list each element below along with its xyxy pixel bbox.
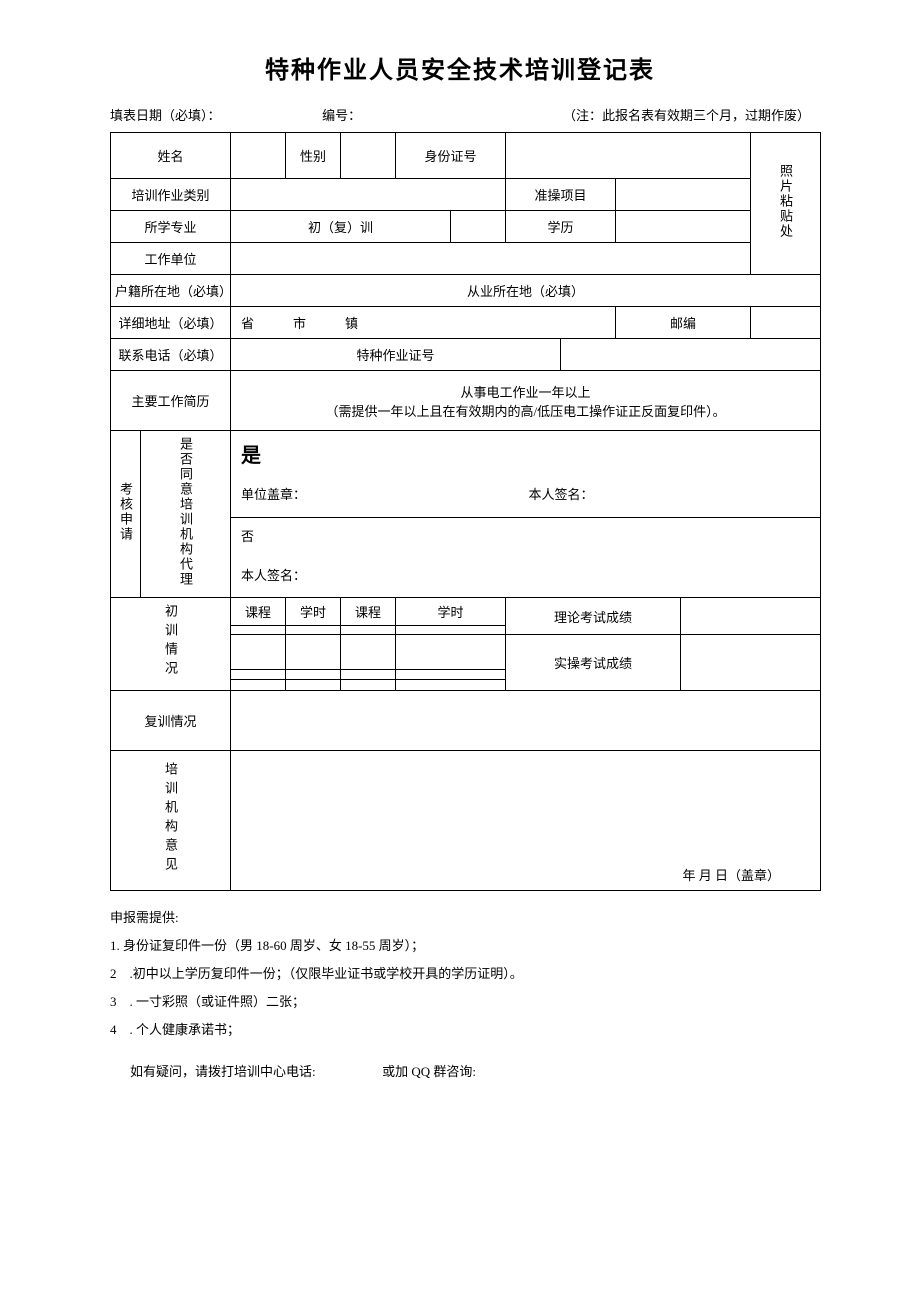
label-phone: 联系电话（必填） — [111, 339, 231, 371]
page-title: 特种作业人员安全技术培训登记表 — [110, 50, 810, 85]
label-train-type: 初（复）训 — [231, 211, 451, 243]
table-row[interactable] — [341, 669, 396, 680]
train-category-input[interactable] — [231, 179, 506, 211]
photo-area[interactable]: 照片粘贴处 — [751, 133, 821, 275]
table-row[interactable] — [341, 626, 396, 635]
table-row[interactable] — [396, 669, 506, 680]
table-row[interactable] — [286, 669, 341, 680]
label-hours-1: 学时 — [286, 598, 341, 626]
label-work-unit: 工作单位 — [111, 243, 231, 275]
label-major: 所学专业 — [111, 211, 231, 243]
table-row[interactable] — [341, 680, 396, 691]
work-place-cell[interactable]: 从业所在地（必填） — [231, 275, 821, 307]
address-fields: 省 市 镇 — [241, 316, 358, 331]
footer-notes: 申报需提供: 1. 身份证复印件一份（男 18-60 周岁、女 18-55 周岁… — [110, 905, 810, 1043]
photo-label: 照片粘贴处 — [776, 164, 795, 239]
fill-date-label: 填表日期（必填）： — [110, 105, 322, 124]
idno-input[interactable] — [506, 133, 751, 179]
date-seal-label: 年 月 日（盖章） — [683, 868, 781, 883]
label-registered-place: 户籍所在地（必填） — [111, 275, 231, 307]
train-type-input[interactable] — [451, 211, 506, 243]
main-form-table: 姓名 性别 身份证号 照片粘贴处 培训作业类别 准操项目 所学专业 初（复）训 … — [110, 132, 821, 891]
label-address: 详细地址（必填） — [111, 307, 231, 339]
education-input[interactable] — [616, 211, 751, 243]
label-approved-item: 准操项目 — [506, 179, 616, 211]
approved-item-input[interactable] — [616, 179, 751, 211]
label-theory-score: 理论考试成绩 — [506, 598, 681, 635]
footer-item-3: 3 . 一寸彩照（或证件照）二张； — [110, 989, 810, 1015]
retraining-input[interactable] — [231, 691, 821, 751]
org-opinion-input[interactable]: 年 月 日（盖章） — [231, 751, 821, 891]
work-history-content: 从事电工作业一年以上 （需提供一年以上且在有效期内的高/低压电工操作证正反面复印… — [231, 371, 821, 431]
label-initial-training: 初训情况 — [111, 598, 231, 691]
theory-score-input[interactable] — [681, 598, 821, 635]
label-work-history: 主要工作简历 — [111, 371, 231, 431]
table-row[interactable] — [396, 635, 506, 670]
table-row[interactable] — [396, 626, 506, 635]
work-unit-input[interactable] — [231, 243, 751, 275]
address-input[interactable]: 省 市 镇 — [231, 307, 616, 339]
postcode-input[interactable] — [751, 307, 821, 339]
practical-score-input[interactable] — [681, 635, 821, 691]
self-sign-label-1: 本人签名： — [529, 484, 817, 503]
gender-input[interactable] — [341, 133, 396, 179]
unit-seal-label: 单位盖章： — [241, 484, 529, 503]
agent-no: 否 — [241, 526, 816, 545]
label-course-2: 课程 — [341, 598, 396, 626]
label-train-category: 培训作业类别 — [111, 179, 231, 211]
table-row[interactable] — [286, 680, 341, 691]
table-row[interactable] — [286, 635, 341, 670]
footer-item-1: 1. 身份证复印件一份（男 18-60 周岁、女 18-55 周岁）； — [110, 933, 810, 959]
label-exam-apply: 考核申请 — [111, 431, 141, 598]
table-row[interactable] — [231, 626, 286, 635]
table-row[interactable] — [231, 669, 286, 680]
serial-label: 编号： — [322, 105, 470, 124]
label-org-opinion: 培训机构意见 — [111, 751, 231, 891]
table-row[interactable] — [396, 680, 506, 691]
label-work-place: 从业所在地（必填） — [467, 284, 584, 299]
agent-no-cell[interactable]: 否 本人签名： — [231, 517, 821, 597]
label-course-1: 课程 — [231, 598, 286, 626]
work-history-line2: （需提供一年以上且在有效期内的高/低压电工操作证正反面复印件）。 — [235, 401, 816, 420]
cert-no-input[interactable] — [561, 339, 821, 371]
label-agent: 是否同意培训机构代理 — [141, 431, 231, 598]
footer-item-2: 2 .初中以上学历复印件一份；（仅限毕业证书或学校开具的学历证明）。 — [110, 961, 810, 987]
label-cert-no: 特种作业证号 — [231, 339, 561, 371]
label-practical-score: 实操考试成绩 — [506, 635, 681, 691]
table-row[interactable] — [231, 635, 286, 670]
label-education: 学历 — [506, 211, 616, 243]
label-name: 姓名 — [111, 133, 231, 179]
label-gender: 性别 — [286, 133, 341, 179]
footer-contact: 如有疑问，请拨打培训中心电话: 或加 QQ 群咨询: — [110, 1061, 810, 1080]
header-note: （注：此报名表有效期三个月，过期作废） — [471, 105, 810, 124]
label-idno: 身份证号 — [396, 133, 506, 179]
agent-yes-cell[interactable]: 是 单位盖章： 本人签名： — [231, 431, 821, 518]
table-row[interactable] — [341, 635, 396, 670]
footer-contact-qq: 或加 QQ 群咨询: — [382, 1064, 476, 1079]
work-history-line1: 从事电工作业一年以上 — [235, 382, 816, 401]
self-sign-label-2: 本人签名： — [241, 565, 816, 584]
table-row[interactable] — [286, 626, 341, 635]
header-row: 填表日期（必填）： 编号： （注：此报名表有效期三个月，过期作废） — [110, 105, 810, 124]
label-hours-2: 学时 — [396, 598, 506, 626]
table-row[interactable] — [231, 680, 286, 691]
footer-heading: 申报需提供: — [110, 905, 810, 931]
name-input[interactable] — [231, 133, 286, 179]
label-postcode: 邮编 — [616, 307, 751, 339]
agent-yes: 是 — [241, 439, 816, 468]
footer-contact-phone: 如有疑问，请拨打培训中心电话: — [130, 1064, 316, 1079]
label-retraining: 复训情况 — [111, 691, 231, 751]
footer-item-4: 4 . 个人健康承诺书； — [110, 1017, 810, 1043]
